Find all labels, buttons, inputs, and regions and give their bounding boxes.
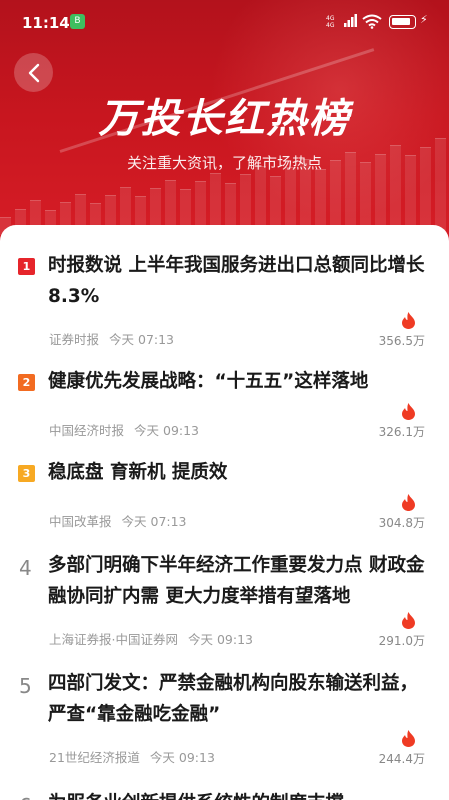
rank-number: 6	[19, 794, 32, 800]
heat-count: 326.1万	[378, 425, 425, 439]
news-time: 今天 09:13	[134, 423, 200, 438]
news-list-panel: 1 时报数说 上半年我国服务进出口总额同比增长8.3% 证券时报 今天 07:13…	[0, 225, 449, 800]
news-meta: 中国改革报 今天 07:13	[49, 511, 187, 530]
page-title: 万投长红热榜	[98, 96, 351, 142]
charging-icon: ⚡	[420, 13, 428, 26]
news-source: 证券时报	[49, 332, 100, 347]
news-source: 中国经济时报	[49, 423, 125, 438]
news-time: 今天 07:13	[109, 332, 175, 347]
news-time: 今天 07:13	[121, 514, 187, 529]
signal-icon: 4G 4G	[326, 14, 358, 30]
chevron-left-icon	[28, 63, 39, 82]
rank-badge: 1	[18, 258, 35, 275]
heat-count: 304.8万	[378, 516, 425, 530]
news-source: 上海证券报·中国证券网	[49, 632, 178, 647]
svg-text:4G: 4G	[326, 15, 335, 22]
news-time: 今天 09:13	[187, 632, 253, 647]
news-title[interactable]: 时报数说 上半年我国服务进出口总额同比增长8.3%	[48, 250, 432, 312]
news-meta: 中国经济时报 今天 09:13	[49, 420, 199, 439]
status-bar: 11:14 B 4G 4G ⚡	[0, 0, 449, 34]
svg-text:4G: 4G	[326, 22, 335, 28]
heat-indicator: 356.5万	[365, 312, 425, 349]
battery-icon	[389, 15, 416, 29]
news-item[interactable]: 5 四部门发文：严禁金融机构向股东输送利益，严查“靠金融吃金融” 21世纪经济报…	[0, 650, 449, 770]
heat-indicator: 291.0万	[365, 612, 425, 649]
flame-icon	[402, 612, 415, 629]
news-title[interactable]: 为服务业创新提供系统性的制度支撑	[48, 788, 432, 800]
heat-count: 244.4万	[378, 752, 425, 766]
news-meta: 证券时报 今天 07:13	[49, 329, 174, 348]
news-source: 中国改革报	[49, 514, 112, 529]
wifi-icon	[362, 14, 382, 33]
heat-count: 291.0万	[378, 634, 425, 648]
news-item[interactable]: 1 时报数说 上半年我国服务进出口总额同比增长8.3% 证券时报 今天 07:13…	[0, 225, 449, 350]
page-subtitle: 关注重大资讯，了解市场热点	[126, 154, 322, 172]
rank-badge: 3	[18, 465, 35, 482]
heat-indicator: 326.1万	[365, 403, 425, 440]
news-meta: 上海证券报·中国证券网 今天 09:13	[49, 629, 253, 648]
news-title[interactable]: 稳底盘 育新机 提质效	[48, 457, 432, 488]
news-item[interactable]: 6 为服务业创新提供系统性的制度支撑	[0, 770, 449, 800]
status-time: 11:14	[22, 14, 70, 32]
news-item[interactable]: 3 稳底盘 育新机 提质效 中国改革报 今天 07:13 304.8万	[0, 440, 449, 530]
news-item[interactable]: 4 多部门明确下半年经济工作重要发力点 财政金融协同扩内需 更大力度举措有望落地…	[0, 530, 449, 650]
rank-badge: 2	[18, 374, 35, 391]
flame-icon	[402, 494, 415, 511]
heat-indicator: 304.8万	[365, 494, 425, 531]
rank-number: 5	[19, 674, 32, 698]
news-title[interactable]: 多部门明确下半年经济工作重要发力点 财政金融协同扩内需 更大力度举措有望落地	[48, 550, 432, 612]
news-time: 今天 09:13	[149, 750, 215, 765]
heat-count: 356.5万	[378, 334, 425, 348]
flame-icon	[402, 403, 415, 420]
flame-icon	[402, 730, 415, 747]
news-title[interactable]: 健康优先发展战略：“十五五”这样落地	[48, 366, 432, 397]
heat-indicator: 244.4万	[365, 730, 425, 767]
news-title[interactable]: 四部门发文：严禁金融机构向股东输送利益，严查“靠金融吃金融”	[48, 668, 432, 730]
news-meta: 21世纪经济报道 今天 09:13	[49, 747, 215, 766]
flame-icon	[402, 312, 415, 329]
news-source: 21世纪经济报道	[49, 750, 140, 765]
rank-number: 4	[19, 556, 32, 580]
news-item[interactable]: 2 健康优先发展战略：“十五五”这样落地 中国经济时报 今天 09:13 326.…	[0, 350, 449, 440]
app-notification-icon: B	[70, 14, 85, 29]
